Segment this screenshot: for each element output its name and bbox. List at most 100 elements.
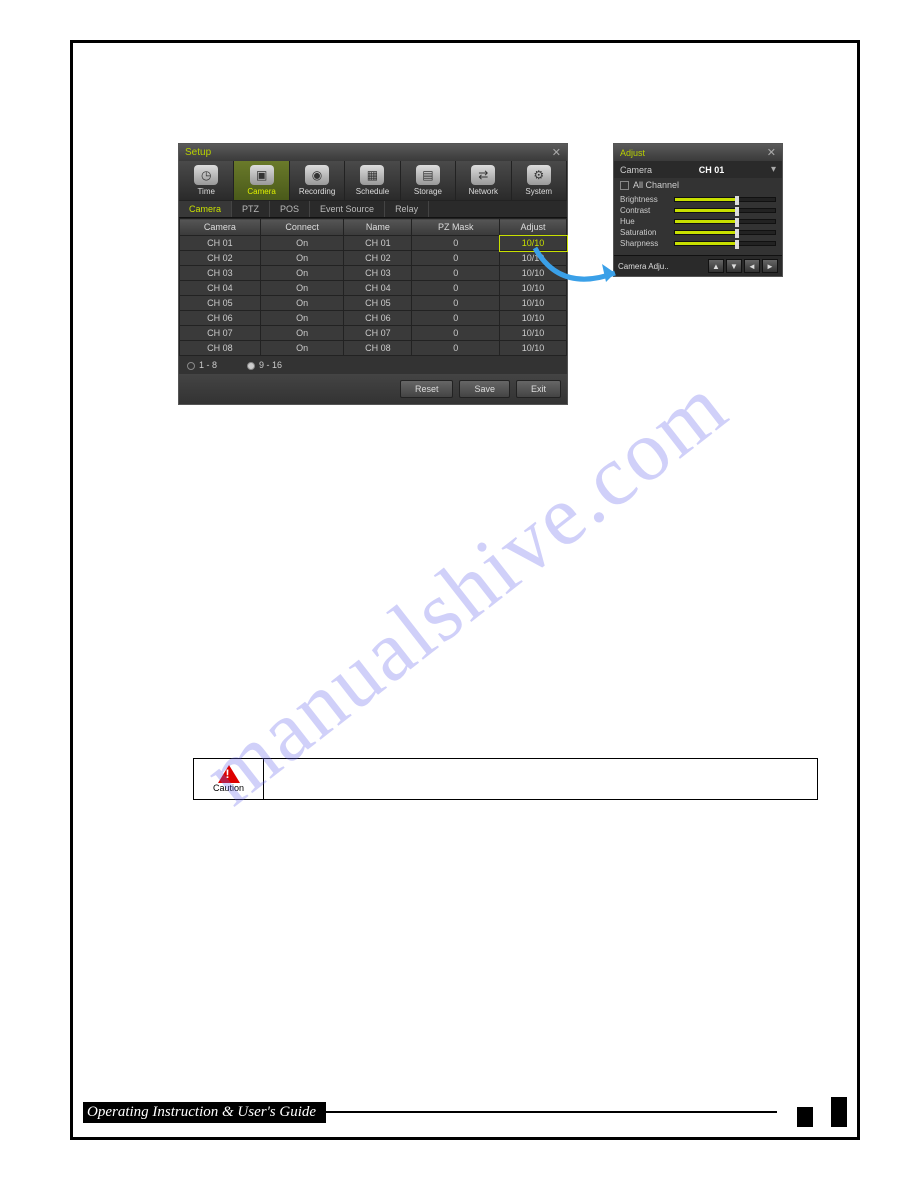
page-radios: 1 - 8 9 - 16 [179,356,567,374]
cell-connect: On [260,296,344,311]
cell-pz: 0 [412,281,500,296]
exit-button[interactable]: Exit [516,380,561,398]
footer-title: Operating Instruction & User's Guide [83,1102,326,1123]
slider-handle-icon[interactable] [735,218,739,227]
cell-connect: On [260,311,344,326]
cell-name: CH 01 [344,236,412,251]
table-row[interactable]: CH 05OnCH 05010/10 [180,296,567,311]
cell-pz: 0 [412,326,500,341]
slider-label: Brightness [620,195,670,204]
cell-adjust[interactable]: 10/10 [500,326,567,341]
cell-camera: CH 03 [180,266,261,281]
cell-camera: CH 08 [180,341,261,356]
column-header: Connect [260,219,344,236]
slider-brightness[interactable]: Brightness [620,194,776,205]
toolbar-network[interactable]: ⇄Network [456,161,511,200]
caution-box: Caution [193,758,818,800]
slider-contrast[interactable]: Contrast [620,205,776,216]
cell-adjust[interactable]: 10/10 [500,341,567,356]
subtab-relay[interactable]: Relay [385,201,429,217]
setup-window: Setup ✕ ◷Time▣Camera◉Recording ▦ Schedule ▤… [178,143,568,405]
table-row[interactable]: CH 06OnCH 06010/10 [180,311,567,326]
setup-title-text: Setup [185,147,211,158]
cell-pz: 0 [412,296,500,311]
subtab-ptz[interactable]: PTZ [232,201,270,217]
slider-hue[interactable]: Hue [620,216,776,227]
slider-handle-icon[interactable] [735,207,739,216]
adjust-titlebar: Adjust ✕ [614,144,782,161]
toolbar-storage[interactable]: ▤ Storage [401,161,456,200]
setup-titlebar: Setup ✕ [179,144,567,161]
camera-select-label: Camera [620,165,652,175]
table-row[interactable]: CH 01OnCH 01010/10 [180,236,567,251]
slider-handle-icon[interactable] [735,229,739,238]
radio-9-16[interactable]: 9 - 16 [247,360,282,370]
camera-select[interactable]: Camera CH 01 ▾ [614,161,782,178]
table-row[interactable]: CH 07OnCH 07010/10 [180,326,567,341]
cell-name: CH 03 [344,266,412,281]
radio-1-8[interactable]: 1 - 8 [187,360,217,370]
toolbar-label: Time [197,187,214,196]
slider-saturation[interactable]: Saturation [620,227,776,238]
cell-camera: CH 06 [180,311,261,326]
slider-label: Contrast [620,206,670,215]
cell-connect: On [260,281,344,296]
page-frame: manualshive.com Setup ✕ ◷Time▣Camera◉Rec… [70,40,860,1140]
toolbar-recording[interactable]: ◉Recording [290,161,345,200]
all-channel-row[interactable]: All Channel [614,178,782,192]
cell-camera: CH 07 [180,326,261,341]
save-button[interactable]: Save [459,380,510,398]
watermark: manualshive.com [184,355,745,824]
cell-adjust[interactable]: 10/10 [500,311,567,326]
toolbar-camera[interactable]: ▣Camera [234,161,289,200]
schedule-icon: ▦ [360,165,384,185]
toolbar-time[interactable]: ◷Time [179,161,234,200]
cell-name: CH 07 [344,326,412,341]
cell-pz: 0 [412,251,500,266]
left-icon[interactable]: ◄ [744,259,760,273]
subtab-camera[interactable]: Camera [179,201,232,217]
table-row[interactable]: CH 02OnCH 02010/10 [180,251,567,266]
slider-handle-icon[interactable] [735,240,739,249]
close-icon[interactable]: ✕ [767,146,776,159]
cell-pz: 0 [412,266,500,281]
warning-triangle-icon [218,765,240,783]
page-footer: Operating Instruction & User's Guide [73,1097,857,1127]
slider-label: Saturation [620,228,670,237]
slider-label: Hue [620,217,670,226]
slider-handle-icon[interactable] [735,196,739,205]
slider-track[interactable] [674,230,776,235]
cell-camera: CH 04 [180,281,261,296]
right-icon[interactable]: ► [762,259,778,273]
chevron-down-icon: ▾ [771,164,776,175]
close-icon[interactable]: ✕ [552,146,561,159]
setup-footer: Reset Save Exit [179,374,567,404]
subtab-event-source[interactable]: Event Source [310,201,385,217]
checkbox-icon[interactable] [620,181,629,190]
table-row[interactable]: CH 08OnCH 08010/10 [180,341,567,356]
slider-sharpness[interactable]: Sharpness [620,238,776,249]
toolbar-schedule[interactable]: ▦ Schedule [345,161,400,200]
recording-icon: ◉ [305,165,329,185]
storage-icon: ▤ [416,165,440,185]
toolbar-label: Storage [414,187,442,196]
camera-select-value: CH 01 [699,165,725,175]
slider-track[interactable] [674,208,776,213]
slider-track[interactable] [674,219,776,224]
slider-track[interactable] [674,241,776,246]
subtab-pos[interactable]: POS [270,201,310,217]
up-icon[interactable]: ▲ [708,259,724,273]
table-row[interactable]: CH 04OnCH 04010/10 [180,281,567,296]
setup-subtabs: CameraPTZPOSEvent SourceRelay [179,201,567,218]
table-row[interactable]: CH 03OnCH 03010/10 [180,266,567,281]
slider-track[interactable] [674,197,776,202]
reset-button[interactable]: Reset [400,380,454,398]
cell-pz: 0 [412,236,500,251]
toolbar-system[interactable]: ⚙System [512,161,567,200]
cell-name: CH 04 [344,281,412,296]
toolbar-label: Schedule [356,187,389,196]
caution-content [264,759,817,799]
down-icon[interactable]: ▼ [726,259,742,273]
cell-name: CH 06 [344,311,412,326]
cell-name: CH 08 [344,341,412,356]
